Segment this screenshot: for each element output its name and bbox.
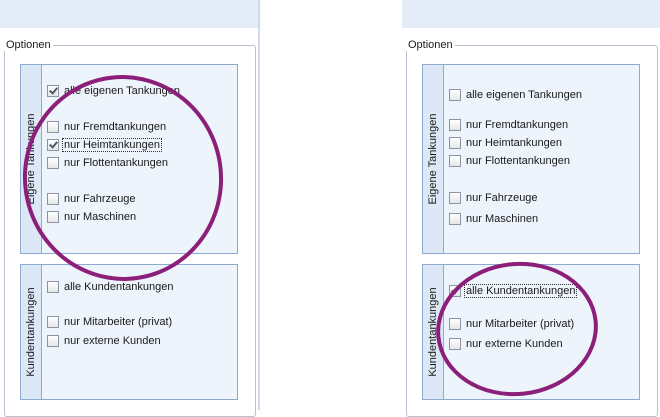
checkbox-all-own-refuelings[interactable]: alle eigenen Tankungen xyxy=(47,84,181,98)
checkbox-box[interactable] xyxy=(449,338,461,350)
checkbox-label: nur Maschinen xyxy=(64,211,137,223)
checkbox-machines[interactable]: nur Maschinen xyxy=(449,212,539,226)
checkbox-label: alle eigenen Tankungen xyxy=(64,85,181,97)
checkbox-label: alle Kundentankungen xyxy=(463,284,578,298)
customer-refuelings-tab[interactable]: Kundentankungen xyxy=(21,265,42,399)
checkbox-label: nur Flottentankungen xyxy=(466,155,570,167)
checkbox-home-refuelings[interactable]: nur Heimtankungen xyxy=(449,136,563,150)
checkbox-box[interactable] xyxy=(47,85,59,97)
checkbox-label: nur externe Kunden xyxy=(466,338,563,350)
panel-header-bar xyxy=(0,0,258,28)
checkbox-label: nur Heimtankungen xyxy=(61,138,163,152)
checkbox-vehicles[interactable]: nur Fahrzeuge xyxy=(449,191,539,205)
checkbox-employees-private[interactable]: nur Mitarbeiter (privat) xyxy=(47,315,173,329)
checkbox-box[interactable] xyxy=(47,157,59,169)
checkbox-label: nur Fahrzeuge xyxy=(466,192,538,204)
checkbox-box[interactable] xyxy=(47,121,59,133)
checkbox-box[interactable] xyxy=(449,137,461,149)
checkbox-label: nur Fremdtankungen xyxy=(466,119,569,131)
checkbox-box[interactable] xyxy=(47,211,59,223)
checkbox-label: nur Flottentankungen xyxy=(64,157,168,169)
customer-refuelings-tab-label: Kundentankungen xyxy=(25,287,37,377)
checkbox-fleet-refuelings[interactable]: nur Flottentankungen xyxy=(47,156,169,170)
own-refuelings-tab[interactable]: Eigene Tankungen xyxy=(21,65,42,253)
checkbox-box[interactable] xyxy=(449,192,461,204)
checkbox-box[interactable] xyxy=(449,89,461,101)
customer-refuelings-section: Kundentankungen alle Kundentankungen nur… xyxy=(20,264,238,400)
customer-refuelings-tab-label: Kundentankungen xyxy=(427,287,439,377)
checkbox-vehicles[interactable]: nur Fahrzeuge xyxy=(47,192,137,206)
checkbox-external-refuelings[interactable]: nur Fremdtankungen xyxy=(47,120,167,134)
own-refuelings-tab[interactable]: Eigene Tankungen xyxy=(423,65,444,253)
checkbox-box[interactable] xyxy=(47,139,59,151)
checkbox-label: nur Fremdtankungen xyxy=(64,121,167,133)
checkbox-label: nur Mitarbeiter (privat) xyxy=(64,316,173,328)
panel-header-bar xyxy=(402,0,660,28)
checkbox-label: alle eigenen Tankungen xyxy=(466,89,583,101)
checkbox-box[interactable] xyxy=(47,193,59,205)
checkbox-employees-private[interactable]: nur Mitarbeiter (privat) xyxy=(449,317,575,331)
checkbox-label: nur Heimtankungen xyxy=(466,137,563,149)
customer-refuelings-tab[interactable]: Kundentankungen xyxy=(423,265,444,399)
checkbox-external-customers[interactable]: nur externe Kunden xyxy=(47,334,162,348)
checkbox-label: alle Kundentankungen xyxy=(64,281,174,293)
options-panel-left: Optionen Eigene Tankungen alle eigenen T… xyxy=(0,0,260,417)
own-refuelings-tab-label: Eigene Tankungen xyxy=(25,113,37,205)
checkbox-all-customer-refuelings[interactable]: alle Kundentankungen xyxy=(449,284,578,298)
own-refuelings-section: Eigene Tankungen alle eigenen Tankungen … xyxy=(20,64,238,254)
checkbox-box[interactable] xyxy=(449,155,461,167)
checkbox-external-refuelings[interactable]: nur Fremdtankungen xyxy=(449,118,569,132)
checkbox-fleet-refuelings[interactable]: nur Flottentankungen xyxy=(449,154,571,168)
checkbox-label: nur Maschinen xyxy=(466,213,539,225)
checkbox-all-customer-refuelings[interactable]: alle Kundentankungen xyxy=(47,280,174,294)
checkbox-label: nur externe Kunden xyxy=(64,335,161,347)
checkbox-box[interactable] xyxy=(47,335,59,347)
checkbox-box[interactable] xyxy=(449,213,461,225)
checkbox-external-customers[interactable]: nur externe Kunden xyxy=(449,337,564,351)
checkbox-home-refuelings[interactable]: nur Heimtankungen xyxy=(47,138,163,152)
checkbox-label: nur Mitarbeiter (privat) xyxy=(466,318,575,330)
checkbox-machines[interactable]: nur Maschinen xyxy=(47,210,137,224)
checkbox-all-own-refuelings[interactable]: alle eigenen Tankungen xyxy=(449,88,583,102)
options-group-title: Optionen xyxy=(406,39,455,51)
checkbox-box[interactable] xyxy=(449,285,461,297)
checkbox-box[interactable] xyxy=(47,316,59,328)
checkbox-box[interactable] xyxy=(449,318,461,330)
options-group-title: Optionen xyxy=(4,39,53,51)
checkbox-box[interactable] xyxy=(47,281,59,293)
options-panel-right: Optionen Eigene Tankungen alle eigenen T… xyxy=(402,0,660,417)
checkbox-label: nur Fahrzeuge xyxy=(64,193,136,205)
own-refuelings-tab-label: Eigene Tankungen xyxy=(427,113,439,205)
customer-refuelings-section: Kundentankungen alle Kundentankungen nur… xyxy=(422,264,640,400)
checkbox-box[interactable] xyxy=(449,119,461,131)
own-refuelings-section: Eigene Tankungen alle eigenen Tankungen … xyxy=(422,64,640,254)
